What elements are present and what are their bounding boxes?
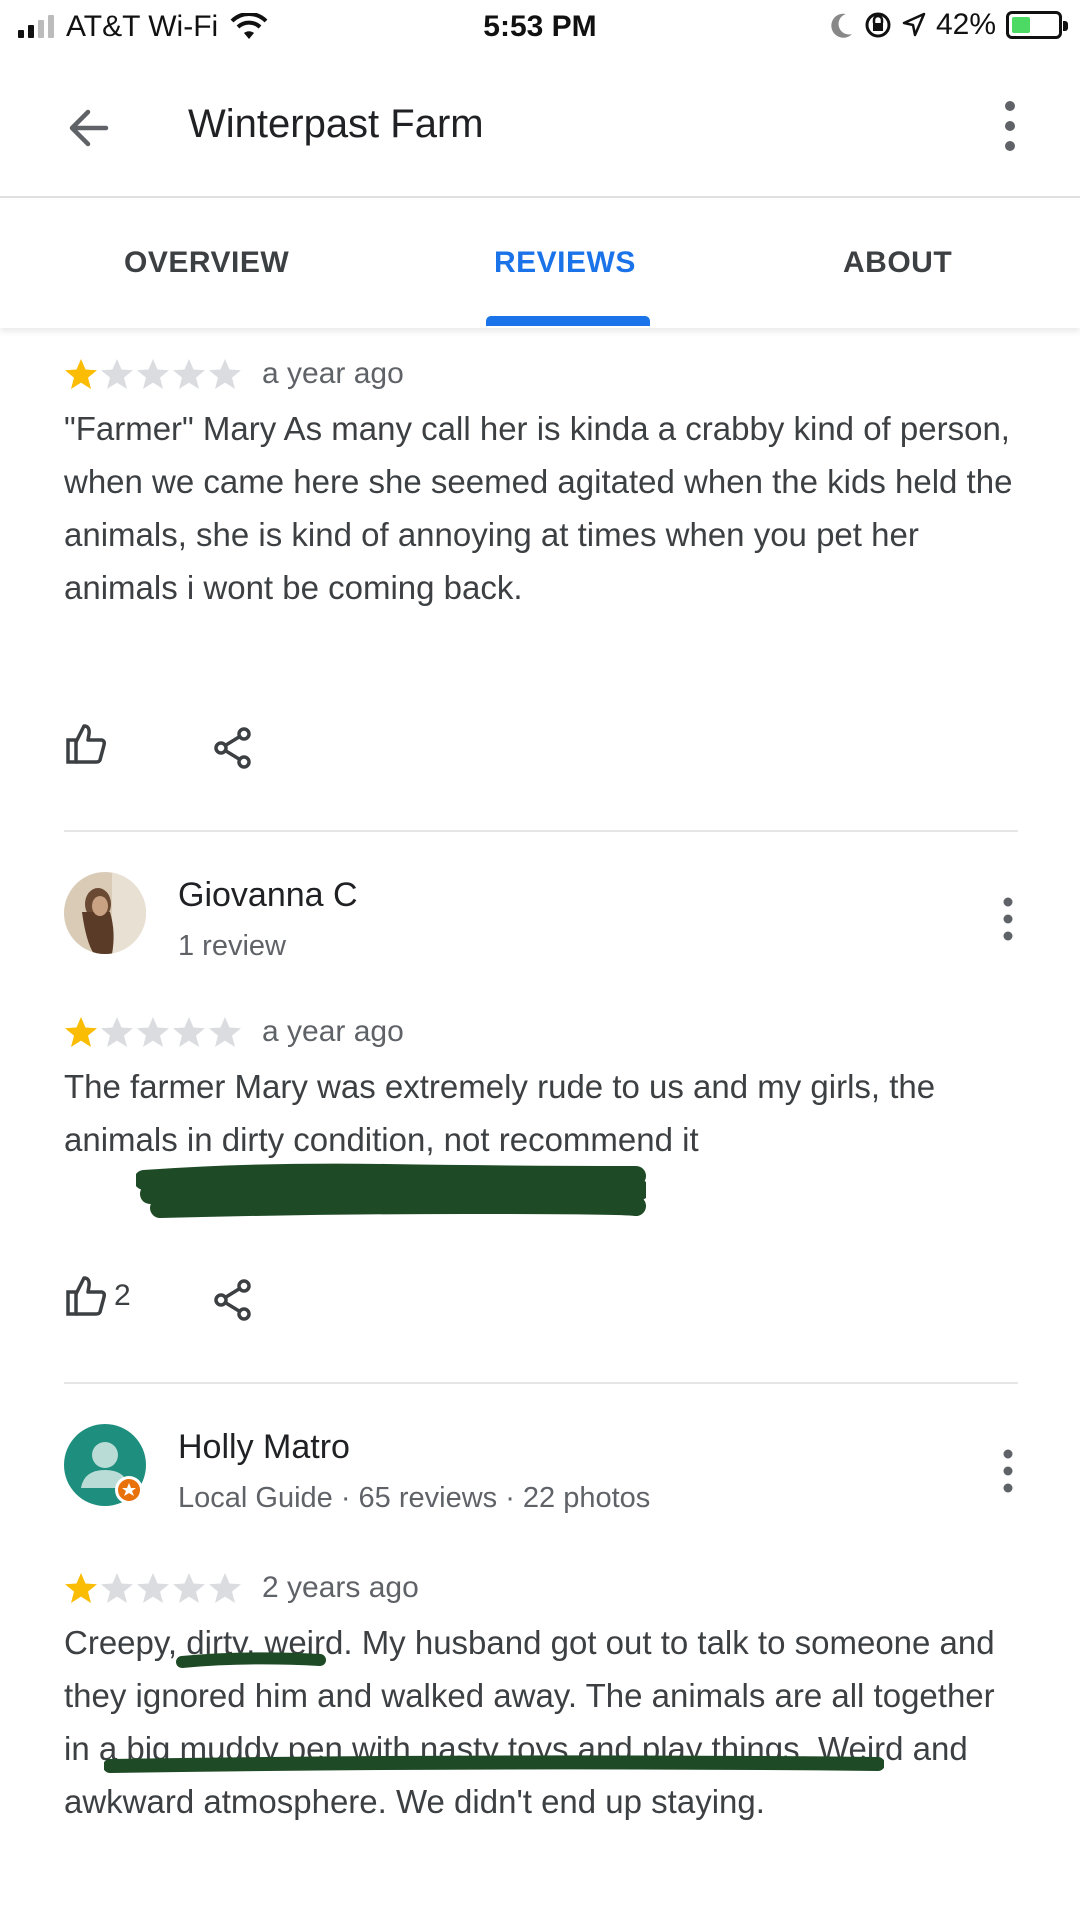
share-icon[interactable] <box>212 726 254 770</box>
review-text: "Farmer" Mary As many call her is kinda … <box>64 410 1013 606</box>
avatar[interactable] <box>64 872 146 954</box>
battery-charging-icon <box>1006 11 1068 39</box>
review-divider <box>64 1382 1018 1384</box>
more-vert-icon[interactable] <box>1000 96 1020 156</box>
star-rating <box>64 357 242 391</box>
rating-row: a year ago <box>64 352 1018 396</box>
review-card: a year ago The farmer Mary was extremely… <box>64 1010 1018 1166</box>
app-header: Winterpast Farm <box>0 56 1080 198</box>
star-empty-icon <box>137 1573 169 1603</box>
avatar[interactable] <box>64 1424 146 1506</box>
rating-row: 2 years ago <box>64 1566 1018 1610</box>
redaction-scribble <box>136 1163 646 1218</box>
author-meta: 1 review <box>178 930 286 962</box>
tab-reviews[interactable]: REVIEWS <box>494 246 636 280</box>
review-date: a year ago <box>262 1015 404 1048</box>
like-count: 2 <box>114 1279 131 1312</box>
star-empty-icon <box>173 1573 205 1603</box>
review-author: Holly Matro Local Guide · 65 reviews · 2… <box>64 1424 1018 1514</box>
review-actions <box>64 722 108 766</box>
star-rating <box>64 1571 242 1605</box>
like-button[interactable]: 2 <box>64 1274 131 1318</box>
underline-scribble <box>104 1755 884 1773</box>
star-empty-icon <box>173 1017 205 1047</box>
moon-icon <box>831 13 852 38</box>
like-button[interactable] <box>64 722 108 766</box>
more-vert-icon[interactable] <box>998 1446 1018 1496</box>
underline-scribble <box>176 1652 326 1668</box>
share-icon[interactable] <box>212 1278 254 1322</box>
author-name[interactable]: Holly Matro <box>178 1428 350 1467</box>
star-empty-icon <box>137 1017 169 1047</box>
review-date: a year ago <box>262 357 404 390</box>
author-name[interactable]: Giovanna C <box>178 876 358 915</box>
star-rating <box>64 1015 242 1049</box>
star-empty-icon <box>173 359 205 389</box>
rating-row: a year ago <box>64 1010 1018 1054</box>
star-empty-icon <box>209 359 241 389</box>
star-empty-icon <box>101 1573 133 1603</box>
review-divider <box>64 830 1018 832</box>
star-empty-icon <box>101 1017 133 1047</box>
back-arrow-icon[interactable] <box>60 98 120 158</box>
star-empty-icon <box>209 1573 241 1603</box>
battery-percent: 42% <box>935 8 996 41</box>
star-filled-icon <box>65 359 97 389</box>
review-date: 2 years ago <box>262 1571 419 1604</box>
star-filled-icon <box>65 1573 97 1603</box>
star-empty-icon <box>209 1017 241 1047</box>
star-empty-icon <box>137 359 169 389</box>
star-filled-icon <box>65 1017 97 1047</box>
review-card: 2 years ago Creepy, dirty, weird. My hus… <box>64 1566 1018 1828</box>
orientation-lock-icon <box>865 12 891 38</box>
review-card: a year ago "Farmer" Mary As many call he… <box>64 352 1018 614</box>
location-arrow-icon <box>902 12 926 37</box>
status-right: 42% <box>830 8 1068 42</box>
tab-overview[interactable]: OVERVIEW <box>124 246 289 280</box>
tab-bar: OVERVIEW REVIEWS ABOUT <box>0 200 1080 328</box>
review-author: Giovanna C 1 review <box>64 872 1018 962</box>
thumbs-up-icon <box>66 724 106 764</box>
tab-about[interactable]: ABOUT <box>843 246 952 280</box>
status-bar: AT&T Wi-Fi 5:53 PM 42% <box>0 0 1080 56</box>
author-meta: Local Guide · 65 reviews · 22 photos <box>178 1482 651 1514</box>
tab-active-indicator <box>486 316 650 326</box>
review-text: The farmer Mary was extremely rude to us… <box>64 1068 936 1158</box>
review-actions: 2 <box>64 1274 131 1318</box>
thumbs-up-icon <box>66 1276 106 1316</box>
more-vert-icon[interactable] <box>998 894 1018 944</box>
page-title: Winterpast Farm <box>188 102 484 146</box>
star-empty-icon <box>101 359 133 389</box>
